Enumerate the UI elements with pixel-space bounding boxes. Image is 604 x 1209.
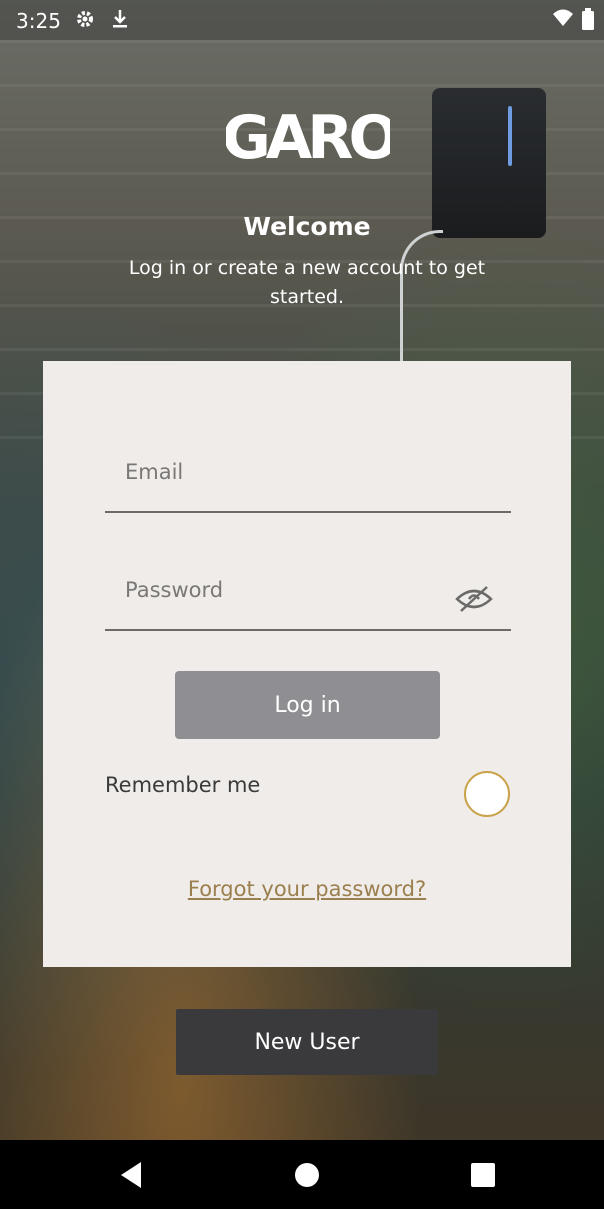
status-time: 3:25 [16, 9, 61, 33]
login-screen: 3:25 GARO Welcome Log in or create a new… [0, 0, 604, 1209]
status-bar: 3:25 [0, 0, 604, 40]
remember-me-toggle[interactable] [464, 771, 510, 817]
home-icon[interactable] [290, 1158, 324, 1192]
forgot-password-link[interactable]: Forgot your password? [43, 877, 571, 901]
wifi-icon [552, 8, 574, 33]
garo-logo: GARO [222, 100, 402, 173]
new-user-button[interactable]: New User [176, 1009, 438, 1075]
password-input[interactable] [123, 571, 457, 609]
download-icon [110, 8, 130, 35]
settings-icon [74, 8, 96, 35]
login-button[interactable]: Log in [175, 671, 440, 739]
email-field [105, 439, 511, 513]
back-icon[interactable] [114, 1158, 148, 1192]
remember-me-label: Remember me [105, 773, 261, 797]
login-card: Log in Remember me Forgot your password? [43, 361, 571, 967]
logo-text: GARO [226, 103, 390, 172]
welcome-title: Welcome [243, 212, 371, 241]
battery-icon [582, 8, 594, 35]
navigation-bar [0, 1140, 604, 1209]
password-field [105, 557, 511, 631]
recents-icon[interactable] [466, 1158, 500, 1192]
email-input[interactable] [123, 453, 457, 491]
welcome-subtitle: Log in or create a new account to get st… [128, 257, 486, 308]
eye-off-icon[interactable] [455, 585, 493, 613]
